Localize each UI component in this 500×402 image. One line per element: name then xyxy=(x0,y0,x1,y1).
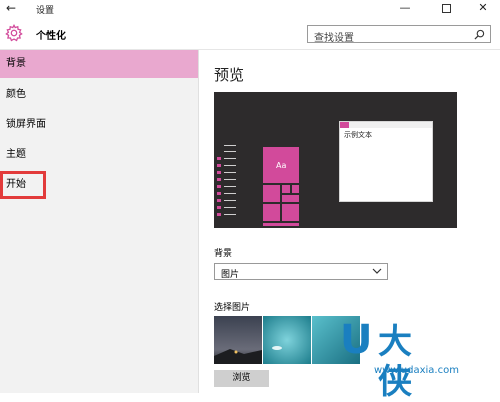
preview-start-tiles: Aa xyxy=(262,146,300,227)
close-button[interactable]: ✕ xyxy=(466,0,500,17)
minimize-button[interactable]: — xyxy=(388,0,422,17)
sidebar: 背景 颜色 锁屏界面 主题 开始 xyxy=(0,50,199,393)
thumbnail-night-sky[interactable] xyxy=(214,316,262,364)
thumbnail-underwater[interactable] xyxy=(263,316,311,364)
sidebar-item-background[interactable]: 背景 xyxy=(0,50,198,78)
watermark-url: www.udaxia.com xyxy=(374,365,459,376)
maximize-button[interactable] xyxy=(429,0,463,17)
gear-icon xyxy=(5,24,23,42)
sidebar-item-themes[interactable]: 主题 xyxy=(0,141,198,169)
sidebar-item-lock-screen[interactable]: 锁屏界面 xyxy=(0,111,198,139)
settings-header: 个性化 查找设置 xyxy=(0,17,500,50)
sidebar-item-start[interactable]: 开始 xyxy=(0,171,46,199)
search-icon[interactable] xyxy=(474,29,485,40)
back-arrow-icon[interactable]: ← xyxy=(6,1,16,15)
preview-sample-window: 示例文本 xyxy=(339,121,433,202)
page-title: 个性化 xyxy=(36,31,66,42)
title-bar: ← 设置 — ✕ xyxy=(0,0,500,17)
preview-tile-text: Aa xyxy=(276,161,287,170)
watermark-text: 大侠 xyxy=(378,322,412,402)
maximize-icon xyxy=(441,3,451,13)
background-dropdown[interactable]: 图片 xyxy=(214,263,388,280)
browse-button[interactable]: 浏览 xyxy=(214,370,269,387)
window-title: 设置 xyxy=(36,6,55,16)
preview-heading: 预览 xyxy=(214,66,245,84)
background-dropdown-value: 图片 xyxy=(221,270,240,280)
background-label: 背景 xyxy=(214,249,233,259)
search-placeholder: 查找设置 xyxy=(314,33,354,44)
preview-sample-text: 示例文本 xyxy=(344,131,372,139)
sidebar-item-colors[interactable]: 颜色 xyxy=(0,81,198,109)
preview-image: Aa 示例文本 xyxy=(214,92,457,228)
watermark-letter: U xyxy=(340,317,373,363)
choose-picture-label: 选择图片 xyxy=(214,303,251,313)
chevron-down-icon xyxy=(372,268,382,274)
search-input[interactable]: 查找设置 xyxy=(307,25,491,44)
